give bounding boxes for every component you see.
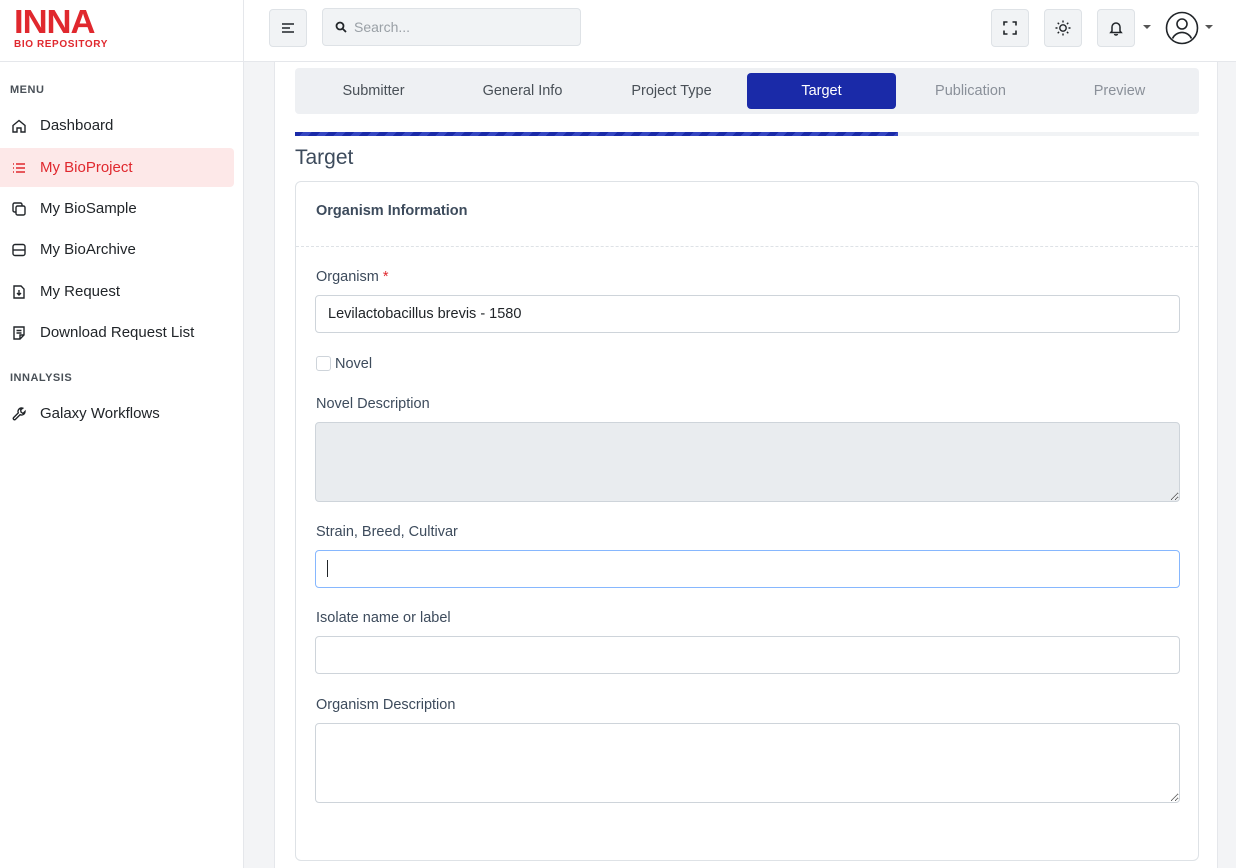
organism-description-textarea[interactable]	[315, 723, 1180, 803]
strain-field[interactable]	[315, 550, 1180, 588]
organism-input[interactable]	[315, 295, 1180, 333]
main-content: Submitter General Info Project Type Targ…	[274, 62, 1218, 868]
step-project-type[interactable]: Project Type	[597, 73, 746, 109]
sidebar-item-label: My BioArchive	[40, 241, 136, 258]
home-icon	[11, 118, 27, 134]
search-icon	[335, 21, 347, 33]
page-title: Target	[295, 146, 354, 169]
sidebar-item-label: Download Request List	[40, 324, 195, 341]
list-icon	[11, 160, 27, 176]
isolate-label: Isolate name or label	[316, 610, 451, 626]
sidebar-item-label: Dashboard	[40, 117, 114, 134]
wizard-steps: Submitter General Info Project Type Targ…	[295, 68, 1199, 114]
notifications-caret-icon[interactable]	[1143, 25, 1151, 29]
sidebar-item-my-bioarchive[interactable]: My BioArchive	[0, 230, 234, 269]
sun-icon	[1055, 20, 1071, 36]
brand-logo[interactable]: INNA BIO REPOSITORY	[0, 0, 243, 62]
sidebar-item-my-biosample[interactable]: My BioSample	[0, 189, 234, 228]
wizard-progress-bar	[295, 132, 1199, 136]
user-menu-caret-icon[interactable]	[1205, 25, 1213, 29]
fullscreen-button[interactable]	[991, 9, 1029, 47]
innalysis-section-label: INNALYSIS	[10, 372, 73, 384]
novel-description-textarea[interactable]	[315, 422, 1180, 502]
strain-label: Strain, Breed, Cultivar	[316, 524, 458, 540]
sidebar-item-download-request-list[interactable]: Download Request List	[0, 313, 234, 352]
required-mark: *	[382, 269, 389, 285]
search-box[interactable]	[322, 8, 581, 46]
novel-checkbox[interactable]	[316, 356, 331, 371]
sidebar: INNA BIO REPOSITORY MENU Dashboard My Bi…	[0, 0, 244, 868]
sidebar-item-label: My BioProject	[40, 159, 133, 176]
theme-toggle-button[interactable]	[1044, 9, 1082, 47]
strain-input[interactable]	[315, 550, 1180, 588]
menu-section-label: MENU	[10, 84, 45, 96]
wizard-progress-fill	[295, 132, 898, 136]
sidebar-item-my-request[interactable]: My Request	[0, 272, 234, 311]
step-target[interactable]: Target	[747, 73, 896, 109]
wrench-icon	[11, 406, 27, 422]
organism-description-label: Organism Description	[316, 697, 456, 713]
brand-subtitle: BIO REPOSITORY	[14, 39, 108, 50]
top-header	[244, 0, 1236, 62]
notifications-button[interactable]	[1097, 9, 1135, 47]
sidebar-item-label: Galaxy Workflows	[40, 405, 160, 422]
search-input[interactable]	[354, 19, 574, 35]
novel-description-label: Novel Description	[316, 396, 430, 412]
sidebar-item-label: My Request	[40, 283, 121, 300]
step-publication[interactable]: Publication	[896, 73, 1045, 109]
step-general-info[interactable]: General Info	[448, 73, 597, 109]
brand-name: INNA	[14, 3, 96, 40]
menu-toggle-icon	[282, 23, 294, 33]
copy-icon	[11, 201, 27, 217]
user-menu[interactable]	[1165, 11, 1199, 45]
fullscreen-icon	[1003, 21, 1017, 35]
isolate-input[interactable]	[315, 636, 1180, 674]
novel-label[interactable]: Novel	[335, 356, 372, 372]
step-preview[interactable]: Preview	[1045, 73, 1194, 109]
step-submitter[interactable]: Submitter	[299, 73, 448, 109]
file-list-icon	[11, 325, 27, 341]
organism-label: Organism *	[316, 269, 389, 285]
sidebar-item-galaxy-workflows[interactable]: Galaxy Workflows	[0, 394, 234, 433]
sidebar-item-my-bioproject[interactable]: My BioProject	[0, 148, 234, 187]
text-cursor	[327, 560, 328, 577]
user-avatar-icon	[1165, 11, 1199, 45]
sidebar-item-label: My BioSample	[40, 200, 137, 217]
bell-icon	[1109, 22, 1123, 36]
server-icon	[11, 242, 27, 258]
sidebar-item-dashboard[interactable]: Dashboard	[0, 106, 234, 145]
file-download-icon	[11, 284, 27, 300]
card-title: Organism Information	[296, 182, 1198, 247]
organism-label-text: Organism	[316, 269, 379, 285]
sidebar-toggle-button[interactable]	[269, 9, 307, 47]
organism-information-card: Organism Information Organism * Novel No…	[295, 181, 1199, 861]
